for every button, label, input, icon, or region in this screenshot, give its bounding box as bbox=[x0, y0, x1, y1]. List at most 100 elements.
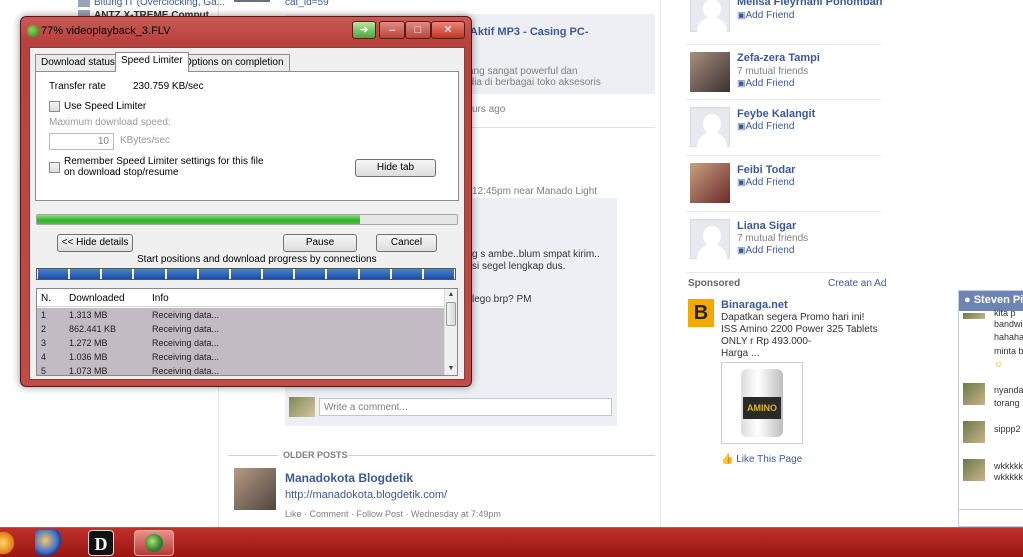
tab-speed-limiter[interactable]: Speed Limiter bbox=[115, 52, 189, 72]
download-progress-bar bbox=[36, 214, 458, 225]
chat-message: wkkkkk bbox=[994, 472, 1023, 482]
shared-link-title[interactable]: r Aktif MP3 - Casing PC- bbox=[463, 26, 589, 38]
hide-tab-button[interactable]: Hide tab bbox=[355, 159, 436, 177]
mutual-friends: 7 mutual friends bbox=[737, 233, 809, 244]
use-speed-limiter-checkbox[interactable] bbox=[49, 101, 60, 112]
chat-window[interactable]: ● Steven Pit kita p bandwi hahaha minta … bbox=[958, 290, 1023, 527]
list-scrollbar[interactable]: ▲ ▼ bbox=[444, 289, 457, 375]
chat-input-divider bbox=[959, 509, 1023, 510]
ad-product-image[interactable]: AMINO bbox=[721, 362, 803, 444]
connections-progress-strip bbox=[36, 268, 456, 280]
hide-details-button[interactable]: << Hide details bbox=[57, 234, 133, 252]
write-comment-input[interactable]: Write a comment... bbox=[319, 398, 612, 416]
connection-row[interactable]: 5 1.073 MB Receiving data... bbox=[37, 364, 445, 376]
max-speed-input[interactable]: 10 bbox=[49, 133, 114, 150]
tab-download-status[interactable]: Download status bbox=[35, 54, 121, 71]
add-friend-link[interactable]: Add Friend bbox=[737, 121, 795, 132]
connection-segment bbox=[327, 269, 358, 279]
blog-name[interactable]: Manadokota Blogdetik bbox=[285, 471, 413, 485]
add-friend-link[interactable]: Add Friend bbox=[737, 177, 795, 188]
add-friend-link[interactable]: Add Friend bbox=[737, 78, 795, 89]
blog-meta: Like · Comment · Follow Post · Wednesday… bbox=[285, 509, 501, 519]
download-progress-window[interactable]: 77% videoplayback_3.FLV ➜ – □ ✕ Download… bbox=[20, 16, 472, 387]
arrow-green-icon[interactable]: ➜ bbox=[352, 21, 376, 39]
connection-row[interactable]: 2 862.441 KB Receiving data... bbox=[37, 322, 445, 336]
add-friend-link[interactable]: Add Friend bbox=[737, 245, 795, 256]
start-orb-icon[interactable] bbox=[0, 530, 16, 556]
post-link[interactable]: cat_id=59 bbox=[285, 0, 329, 8]
chat-contact-name: Steven Pit bbox=[973, 294, 1023, 306]
connection-row[interactable]: 1 1.313 MB Receiving data... bbox=[37, 308, 445, 322]
chat-message: bandwi bbox=[994, 319, 1023, 329]
ad-title[interactable]: Binaraga.net bbox=[721, 299, 788, 311]
like-page-link[interactable]: 👍 Like This Page bbox=[721, 454, 802, 465]
older-posts-rule bbox=[348, 455, 655, 456]
person-photo bbox=[690, 0, 730, 35]
minimize-button[interactable]: – bbox=[379, 21, 405, 39]
smiley-icon: ☺ bbox=[994, 359, 1004, 369]
scroll-down-icon[interactable]: ▼ bbox=[445, 363, 457, 375]
cancel-button[interactable]: Cancel bbox=[376, 234, 437, 252]
scroll-thumb[interactable] bbox=[446, 302, 456, 326]
idm-taskbar-icon[interactable] bbox=[134, 530, 174, 556]
close-button[interactable]: ✕ bbox=[431, 21, 465, 39]
older-posts-label: OLDER POSTS bbox=[283, 450, 348, 460]
divider bbox=[686, 99, 881, 100]
column-header-info[interactable]: Info bbox=[152, 293, 169, 304]
divider bbox=[686, 44, 881, 45]
person-photo bbox=[690, 52, 730, 92]
remember-settings-checkbox[interactable] bbox=[49, 162, 60, 173]
left-nav-item[interactable]: Bitung IT (Overclocking, Ga... bbox=[94, 0, 225, 8]
sponsored-label: Sponsored bbox=[688, 278, 741, 289]
column-header-downloaded[interactable]: Downloaded bbox=[69, 293, 125, 304]
connection-segment bbox=[359, 269, 390, 279]
max-speed-label: Maximum download speed: bbox=[49, 117, 171, 128]
chat-message: hahaha bbox=[994, 332, 1023, 342]
person-photo bbox=[690, 219, 730, 262]
connection-n: 2 bbox=[41, 324, 47, 334]
app-d-icon[interactable]: D bbox=[88, 530, 114, 556]
post-timestamp: urs ago bbox=[472, 104, 506, 115]
blog-url[interactable]: http://manadokota.blogdetik.com/ bbox=[285, 489, 447, 501]
connection-segment bbox=[263, 269, 294, 279]
create-ad-link[interactable]: Create an Ad bbox=[828, 278, 886, 289]
remember-settings-label: Remember Speed Limiter settings for this… bbox=[64, 156, 264, 167]
person-name[interactable]: Feybe Kalangit bbox=[737, 108, 815, 120]
post-divider bbox=[472, 127, 655, 128]
window-title: 77% videoplayback_3.FLV bbox=[41, 25, 171, 37]
add-friend-link[interactable]: Add Friend bbox=[737, 10, 795, 21]
ad-text: Harga ... bbox=[721, 348, 760, 359]
product-label: AMINO bbox=[743, 397, 781, 419]
connection-row[interactable]: 4 1.036 MB Receiving data... bbox=[37, 350, 445, 364]
person-name[interactable]: Zefa-zera Tampi bbox=[737, 52, 820, 64]
connection-n: 1 bbox=[41, 310, 47, 320]
post-timestamp: 12:45pm near Manado Light bbox=[472, 186, 598, 197]
chat-message: minta b bbox=[994, 346, 1023, 356]
connection-downloaded: 862.441 KB bbox=[69, 324, 117, 334]
thumbs-up-icon: 👍 bbox=[721, 454, 734, 465]
chat-avatar bbox=[963, 383, 985, 405]
ad-logo-icon[interactable]: B bbox=[688, 299, 714, 327]
like-page-label: Like This Page bbox=[736, 454, 803, 465]
person-name[interactable]: Feibi Todar bbox=[737, 164, 795, 176]
scroll-up-icon[interactable]: ▲ bbox=[445, 289, 457, 301]
pause-button[interactable]: Pause bbox=[283, 234, 357, 252]
connection-downloaded: 1.036 MB bbox=[69, 352, 108, 362]
divider bbox=[686, 211, 881, 212]
connection-segment bbox=[423, 269, 455, 279]
column-header-n[interactable]: N. bbox=[41, 293, 51, 304]
connection-info: Receiving data... bbox=[152, 338, 220, 348]
connections-list[interactable]: N. Downloaded Info 1 1.313 MB Receiving da… bbox=[36, 288, 458, 376]
connections-caption: Start positions and download progress by… bbox=[137, 254, 377, 265]
connection-row[interactable]: 3 1.272 MB Receiving data... bbox=[37, 336, 445, 350]
person-name[interactable]: Liana Sigar bbox=[737, 220, 796, 232]
connection-segment bbox=[198, 269, 229, 279]
maximize-button[interactable]: □ bbox=[405, 21, 431, 39]
connection-segment bbox=[295, 269, 326, 279]
person-name[interactable]: Melisa Fleyrhani Ponomban bbox=[737, 0, 882, 8]
firefox-icon[interactable] bbox=[35, 530, 61, 556]
download-progress-fill bbox=[37, 215, 361, 224]
tab-options-on-completion[interactable]: Options on completion bbox=[178, 54, 290, 71]
chat-avatar bbox=[963, 313, 985, 319]
connection-info: Receiving data... bbox=[152, 366, 220, 376]
